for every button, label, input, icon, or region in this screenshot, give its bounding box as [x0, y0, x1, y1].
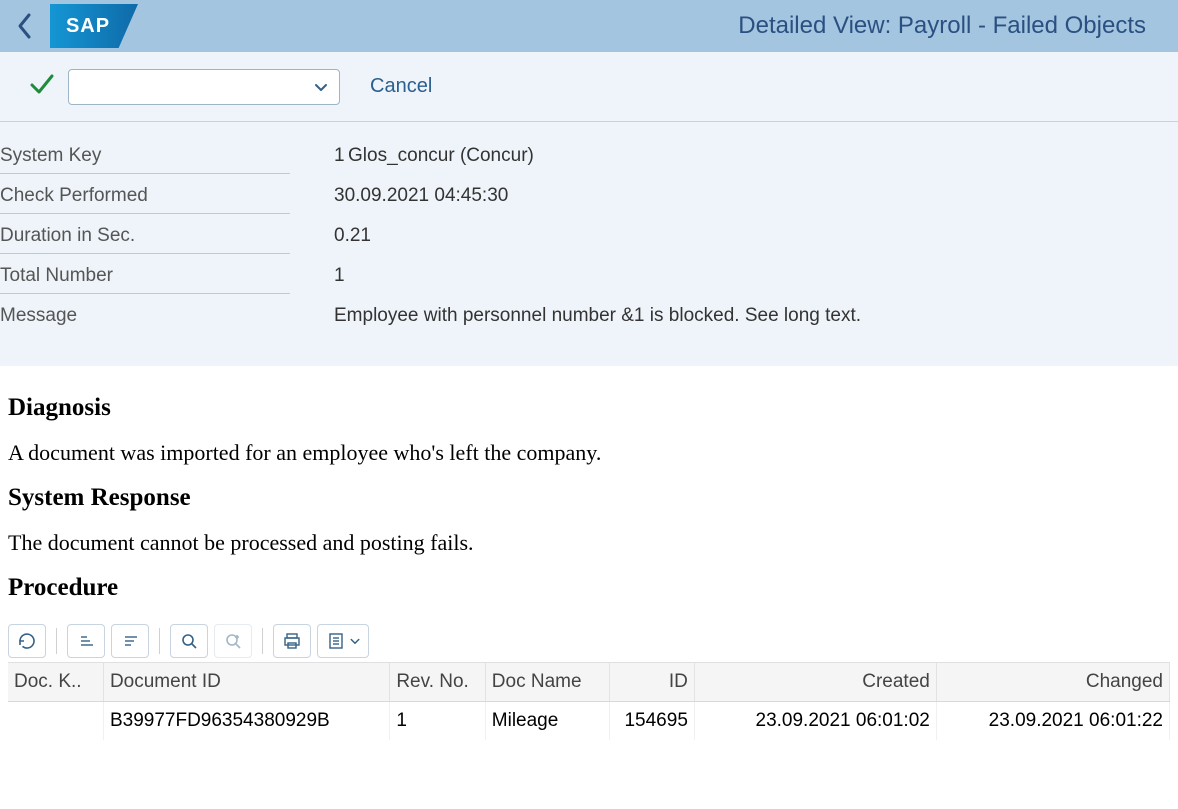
title-bar: SAP Detailed View: Payroll - Failed Obje… — [0, 0, 1178, 52]
long-text-area: Diagnosis A document was imported for an… — [0, 366, 1178, 740]
value-duration: 0.21 — [290, 225, 371, 247]
col-doc-name[interactable]: Doc Name — [485, 663, 609, 702]
export-icon — [326, 631, 346, 651]
detail-info-block: System Key 1 Glos_concur (Concur) Check … — [0, 122, 1178, 366]
view-select-combo[interactable] — [68, 69, 340, 105]
value-total-number: 1 — [290, 265, 345, 287]
sort-asc-button[interactable] — [67, 624, 105, 658]
refresh-button[interactable] — [8, 624, 46, 658]
toolbar-separator — [159, 628, 160, 654]
print-icon — [282, 631, 302, 651]
label-check-performed: Check Performed — [0, 179, 290, 214]
text-diagnosis: A document was imported for an employee … — [8, 440, 1170, 466]
label-system-key: System Key — [0, 139, 290, 174]
heading-procedure: Procedure — [8, 574, 1170, 602]
sap-logo-text: SAP — [66, 15, 110, 38]
export-button[interactable] — [317, 624, 369, 658]
cell-created: 23.09.2021 06:01:02 — [694, 702, 936, 741]
col-created[interactable]: Created — [694, 663, 936, 702]
find-next-button — [214, 624, 252, 658]
cell-doc-id: B39977FD96354380929B — [103, 702, 389, 741]
chevron-left-icon — [16, 12, 34, 40]
search-plus-icon — [223, 631, 243, 651]
result-table: Doc. K.. Document ID Rev. No. Doc Name I… — [8, 663, 1170, 740]
sort-desc-button[interactable] — [111, 624, 149, 658]
toolbar-separator — [56, 628, 57, 654]
cell-id: 154695 — [610, 702, 695, 741]
print-button[interactable] — [273, 624, 311, 658]
sort-desc-icon — [120, 631, 140, 651]
col-doc-k[interactable]: Doc. K.. — [8, 663, 103, 702]
cell-changed: 23.09.2021 06:01:22 — [936, 702, 1169, 741]
app-toolbar: Cancel — [0, 52, 1178, 122]
sort-asc-icon — [76, 631, 96, 651]
back-button[interactable] — [0, 0, 50, 52]
search-icon — [179, 631, 199, 651]
cell-doc-name: Mileage — [485, 702, 609, 741]
page-title: Detailed View: Payroll - Failed Objects — [138, 12, 1170, 40]
col-id[interactable]: ID — [610, 663, 695, 702]
cell-doc-k — [8, 702, 103, 741]
table-header-row: Doc. K.. Document ID Rev. No. Doc Name I… — [8, 663, 1170, 702]
col-changed[interactable]: Changed — [936, 663, 1169, 702]
value-system-key-num: 1 — [290, 145, 348, 167]
sap-logo: SAP — [50, 4, 138, 48]
value-check-performed: 30.09.2021 04:45:30 — [290, 185, 508, 207]
accept-icon[interactable] — [28, 70, 56, 103]
cancel-button[interactable]: Cancel — [370, 75, 432, 98]
col-rev-no[interactable]: Rev. No. — [390, 663, 485, 702]
label-message: Message — [0, 299, 290, 333]
toolbar-separator — [262, 628, 263, 654]
cell-rev-no: 1 — [390, 702, 485, 741]
heading-diagnosis: Diagnosis — [8, 394, 1170, 422]
heading-system-response: System Response — [8, 484, 1170, 512]
text-system-response: The document cannot be processed and pos… — [8, 530, 1170, 556]
refresh-icon — [17, 631, 37, 651]
chevron-down-icon — [349, 635, 361, 647]
label-total-number: Total Number — [0, 259, 290, 294]
table-row[interactable]: B39977FD96354380929B 1 Mileage 154695 23… — [8, 702, 1170, 741]
value-message: Employee with personnel number &1 is blo… — [290, 305, 861, 327]
value-system-key-text: Glos_concur (Concur) — [348, 145, 534, 167]
chevron-down-icon — [313, 79, 329, 95]
label-duration: Duration in Sec. — [0, 219, 290, 254]
col-doc-id[interactable]: Document ID — [103, 663, 389, 702]
alv-toolbar — [8, 620, 1170, 663]
find-button[interactable] — [170, 624, 208, 658]
